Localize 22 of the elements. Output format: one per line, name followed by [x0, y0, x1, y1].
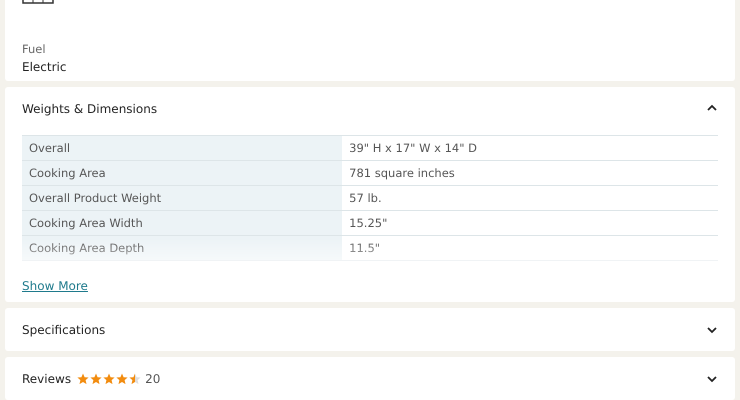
spec-name: Cooking Area Width — [22, 210, 342, 236]
field-label: Fuel — [22, 42, 47, 56]
star-icon — [103, 372, 116, 384]
spec-name: Overall Product Weight — [22, 186, 342, 210]
spec-name: Overall — [22, 136, 342, 160]
star-icon — [116, 372, 128, 384]
star-icon — [90, 372, 102, 384]
section-title: Reviews — [22, 372, 72, 386]
spec-name: Cooking Area Depth — [22, 236, 342, 260]
spec-name: Cooking Area — [22, 160, 342, 186]
show-more-link[interactable]: Show More — [22, 279, 88, 293]
star-icon — [129, 372, 142, 384]
section-title: Weights & Dimensions — [22, 102, 158, 116]
review-count: 20 — [145, 372, 160, 386]
spec-value: 57 lb. — [342, 186, 718, 210]
spec-value: 15.25" — [342, 210, 718, 236]
star-icon — [77, 372, 90, 384]
section-title: Specifications — [22, 322, 106, 336]
spec-value: 11.5" — [342, 236, 718, 260]
spec-value: 781 square inches — [342, 160, 718, 186]
field-value: Electric — [22, 60, 68, 74]
spec-value: 39" H x 17" W x 14" D — [342, 136, 718, 160]
